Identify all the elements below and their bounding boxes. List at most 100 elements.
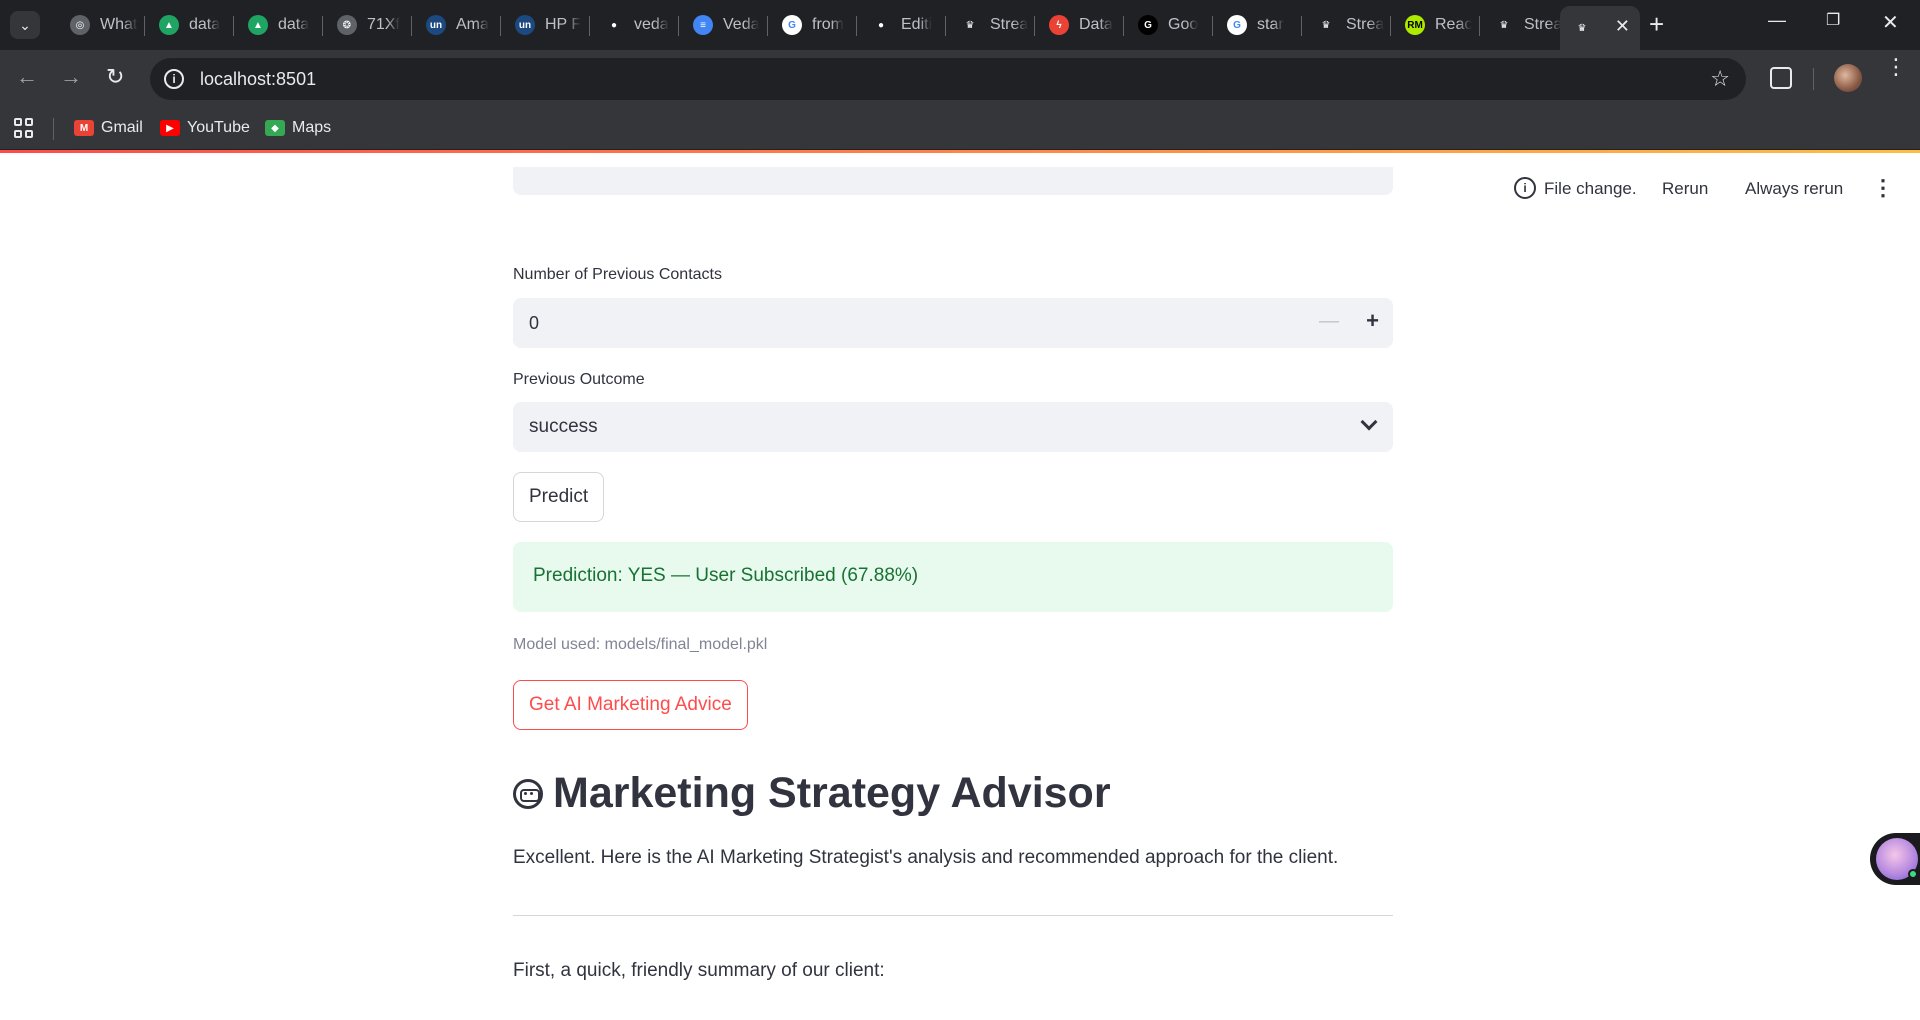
extensions-icon[interactable] xyxy=(1770,67,1792,89)
streamlit-icon: ♛ xyxy=(1494,15,1514,35)
tab-title: 71Xf xyxy=(367,16,400,33)
browser-tab[interactable]: Gstar xyxy=(1215,6,1303,44)
bookmark-label: YouTube xyxy=(187,119,250,136)
browser-menu-icon[interactable]: ⋮ xyxy=(1885,56,1907,78)
bookmarks-bar: M Gmail ▶ YouTube ◆ Maps xyxy=(0,108,1920,150)
tab-separator xyxy=(322,16,323,36)
outcome-selected-value[interactable]: success xyxy=(529,416,598,438)
browser-tab[interactable]: ♛ Strea xyxy=(1482,6,1570,44)
forward-button[interactable]: → xyxy=(60,64,82,90)
chrome-icon: ◎ xyxy=(70,15,90,35)
contacts-label: Number of Previous Contacts xyxy=(513,266,722,283)
browser-tab[interactable]: G Goo xyxy=(1126,6,1214,44)
streamlit-icon: ♛ xyxy=(960,15,980,35)
apps-grid-icon[interactable] xyxy=(14,118,34,138)
unstop-icon: un xyxy=(515,15,535,35)
site-info-icon[interactable]: i xyxy=(164,69,184,89)
tab-separator xyxy=(589,16,590,36)
browser-tab[interactable]: ▲ data xyxy=(147,6,235,44)
bookmark-star-icon[interactable]: ☆ xyxy=(1710,66,1730,92)
robot-icon xyxy=(513,778,543,809)
browser-tab[interactable]: un HP F xyxy=(503,6,591,44)
ai-advice-button[interactable]: Get AI Marketing Advice xyxy=(513,680,748,730)
address-url[interactable]: localhost:8501 xyxy=(200,69,316,90)
app-menu-icon[interactable]: ⋮ xyxy=(1872,175,1894,201)
increment-icon[interactable]: + xyxy=(1366,308,1379,334)
prediction-alert: Prediction: YES — User Subscribed (67.88… xyxy=(513,542,1393,612)
tab-title: data xyxy=(189,16,221,33)
bookmark-maps[interactable]: ◆ Maps xyxy=(265,119,331,137)
tab-separator xyxy=(1123,16,1124,36)
tab-search-button[interactable]: ⌄ xyxy=(10,11,40,39)
bookmark-label: Gmail xyxy=(101,119,143,136)
contacts-number-input[interactable]: 0 — + xyxy=(513,298,1393,348)
browser-tab[interactable]: ♛ Strea xyxy=(948,6,1036,44)
browser-tab[interactable]: ≡ Veda xyxy=(681,6,769,44)
summary-intro: First, a quick, friendly summary of our … xyxy=(513,960,885,981)
browser-tab[interactable]: ▲ data xyxy=(236,6,324,44)
tab-separator xyxy=(144,16,145,36)
browser-tab[interactable]: RM Reac xyxy=(1393,6,1481,44)
browser-tab[interactable]: ● veda xyxy=(592,6,680,44)
tab-separator xyxy=(945,16,946,36)
github-icon: ● xyxy=(604,15,624,35)
bookmark-gmail[interactable]: M Gmail xyxy=(74,119,143,137)
browser-tab[interactable]: ϟ Data xyxy=(1037,6,1125,44)
chevron-down-icon: ⌄ xyxy=(19,16,31,33)
browser-tab[interactable]: ◎ WhatsApp xyxy=(58,6,146,44)
google-icon: G xyxy=(782,15,802,35)
rerun-button[interactable]: Rerun xyxy=(1662,179,1708,199)
reload-button[interactable]: ↻ xyxy=(106,64,124,90)
tab-title: Editi xyxy=(901,16,933,33)
rm-icon: RM xyxy=(1405,15,1425,35)
browser-tab[interactable]: Gfrom xyxy=(770,6,858,44)
bookmarks-divider xyxy=(53,118,54,140)
youtube-icon: ▶ xyxy=(160,120,180,136)
active-browser-tab[interactable]: ♛ ✕ xyxy=(1560,6,1640,50)
browser-tab[interactable]: un Ama xyxy=(414,6,502,44)
tab-title: WhatsApp xyxy=(100,16,138,33)
bookmark-youtube[interactable]: ▶ YouTube xyxy=(160,119,250,137)
model-caption: Model used: models/final_model.pkl xyxy=(513,636,768,653)
close-window-button[interactable]: ✕ xyxy=(1882,10,1899,35)
online-status-dot xyxy=(1908,869,1918,879)
back-button[interactable]: ← xyxy=(16,64,38,90)
streamlit-icon: ♛ xyxy=(1577,22,1587,34)
predict-button[interactable]: Predict xyxy=(513,472,605,522)
tab-title: from xyxy=(812,16,844,33)
tab-separator xyxy=(678,16,679,36)
minimize-button[interactable]: — xyxy=(1768,10,1786,31)
app-header: i File change. Rerun Always rerun ⋮ xyxy=(1500,153,1920,223)
google-docs-icon: ≡ xyxy=(693,15,713,35)
tab-title: Reac xyxy=(1435,16,1473,33)
tab-title: veda xyxy=(634,16,669,33)
close-tab-icon[interactable]: ✕ xyxy=(1615,16,1630,37)
browser-tab[interactable]: ♛ Strea xyxy=(1304,6,1392,44)
tab-separator xyxy=(500,16,501,36)
streamlit-app: i File change. Rerun Always rerun ⋮ Numb… xyxy=(0,153,1920,1020)
gmail-icon: M xyxy=(74,120,94,136)
address-bar[interactable]: i localhost:8501 ☆ xyxy=(150,58,1746,100)
tab-title: Strea xyxy=(1524,16,1562,33)
browser-toolbar: ← → ↻ i localhost:8501 ☆ ⋮ xyxy=(0,50,1920,108)
google-icon: G xyxy=(1227,15,1247,35)
tab-title: Veda xyxy=(723,16,760,33)
info-circle-icon: i xyxy=(1514,177,1536,199)
google-drive-icon: ▲ xyxy=(248,15,268,35)
profile-avatar[interactable] xyxy=(1834,64,1862,92)
assistant-avatar-widget[interactable] xyxy=(1870,833,1920,885)
restore-button[interactable]: ❐ xyxy=(1826,10,1840,30)
chevron-down-icon[interactable] xyxy=(1360,413,1378,431)
contacts-value[interactable]: 0 xyxy=(529,313,539,334)
new-tab-button[interactable]: + xyxy=(1649,11,1664,37)
browser-tab[interactable]: ● Editi xyxy=(859,6,947,44)
streamlit-icon: ♛ xyxy=(1316,15,1336,35)
tab-separator xyxy=(1301,16,1302,36)
outcome-select[interactable]: success xyxy=(513,402,1393,452)
previous-input-field[interactable] xyxy=(513,167,1393,195)
outcome-label: Previous Outcome xyxy=(513,371,645,388)
always-rerun-button[interactable]: Always rerun xyxy=(1745,179,1843,199)
decrement-icon[interactable]: — xyxy=(1319,310,1339,333)
file-change-status: File change. xyxy=(1544,179,1637,198)
browser-tab[interactable]: ❂ 71Xf xyxy=(325,6,413,44)
